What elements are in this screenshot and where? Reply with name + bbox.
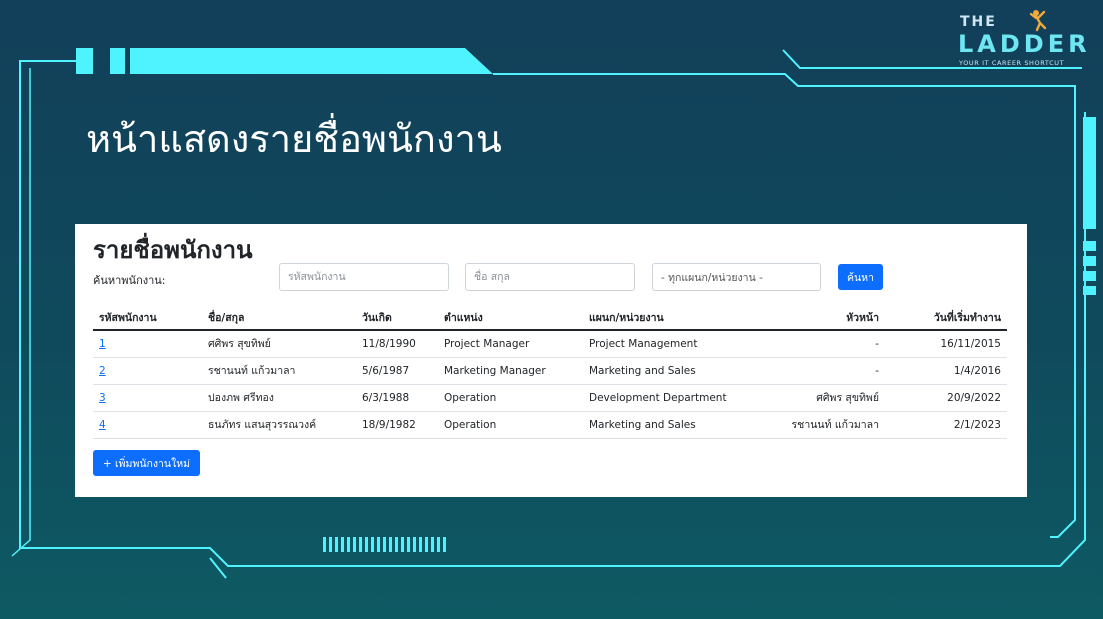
table-row: 1 ศศิพร สุขทิพย์ 11/8/1990 Project Manag…	[93, 330, 1007, 358]
cell-department: Marketing and Sales	[583, 357, 750, 385]
employee-id-link[interactable]: 1	[99, 338, 106, 350]
cell-name: ปองภพ ศรีทอง	[202, 384, 356, 412]
cell-start-date: 20/9/2022	[885, 384, 1007, 412]
employee-list-panel: รายชื่อพนักงาน ค้นหาพนักงาน: - ทุกแผนก/ห…	[75, 224, 1027, 497]
cell-name: ศศิพร สุขทิพย์	[202, 330, 356, 358]
logo-line-1: THE	[960, 14, 997, 30]
employee-table: รหัสพนักงาน ชื่อ/สกุล วันเกิด ตำแหน่ง แผ…	[93, 306, 1007, 439]
cell-birthdate: 5/6/1987	[356, 357, 438, 385]
cell-id: 1	[93, 330, 202, 358]
cell-name: รชานนท์ แก้วมาลา	[202, 357, 356, 385]
column-header-start-date: วันที่เริ่มทำงาน	[885, 306, 1007, 331]
table-header-row: รหัสพนักงาน ชื่อ/สกุล วันเกิด ตำแหน่ง แผ…	[93, 306, 1007, 331]
cell-birthdate: 18/9/1982	[356, 411, 438, 439]
cell-department: Project Management	[583, 330, 750, 358]
search-label: ค้นหาพนักงาน:	[93, 274, 166, 287]
add-employee-button[interactable]: + เพิ่มพนักงานใหม่	[93, 450, 200, 476]
cell-department: Marketing and Sales	[583, 411, 750, 439]
cell-position: Operation	[438, 384, 583, 412]
cell-position: Operation	[438, 411, 583, 439]
employee-id-link[interactable]: 4	[99, 419, 106, 431]
column-header-position: ตำแหน่ง	[438, 306, 583, 331]
cell-birthdate: 6/3/1988	[356, 384, 438, 412]
cell-name: ธนภัทร แสนสุวรรณวงค์	[202, 411, 356, 439]
cell-position: Marketing Manager	[438, 357, 583, 385]
page-title: รายชื่อพนักงาน	[93, 236, 253, 264]
department-select-value: - ทุกแผนก/หน่วยงาน -	[661, 271, 763, 284]
cell-manager: -	[750, 330, 885, 358]
logo-tagline: YOUR IT CAREER SHORTCUT	[959, 59, 1065, 67]
column-header-manager: หัวหน้า	[750, 306, 885, 331]
cell-position: Project Manager	[438, 330, 583, 358]
cell-department: Development Department	[583, 384, 750, 412]
cell-id: 4	[93, 411, 202, 439]
cell-id: 2	[93, 357, 202, 385]
slide-title: หน้าแสดงรายชื่อพนักงาน	[86, 117, 502, 161]
table-row: 3 ปองภพ ศรีทอง 6/3/1988 Operation Develo…	[93, 384, 1007, 412]
cell-manager: รชานนท์ แก้วมาลา	[750, 411, 885, 439]
search-button[interactable]: ค้นหา	[838, 264, 883, 290]
cell-manager: ศศิพร สุขทิพย์	[750, 384, 885, 412]
logo-line-2: LADDER	[958, 30, 1091, 58]
cell-start-date: 1/4/2016	[885, 357, 1007, 385]
employee-id-link[interactable]: 2	[99, 365, 106, 377]
the-ladder-logo: THE LADDER YOUR IT CAREER SHORTCUT	[958, 10, 1087, 70]
table-row: 4 ธนภัทร แสนสุวรรณวงค์ 18/9/1982 Operati…	[93, 411, 1007, 439]
column-header-name: ชื่อ/สกุล	[202, 306, 356, 331]
cell-start-date: 2/1/2023	[885, 411, 1007, 439]
cell-start-date: 16/11/2015	[885, 330, 1007, 358]
column-header-birthdate: วันเกิด	[356, 306, 438, 331]
table-row: 2 รชานนท์ แก้วมาลา 5/6/1987 Marketing Ma…	[93, 357, 1007, 385]
column-header-id: รหัสพนักงาน	[93, 306, 202, 331]
full-name-input[interactable]	[465, 263, 635, 291]
column-header-department: แผนก/หน่วยงาน	[583, 306, 750, 331]
cell-birthdate: 11/8/1990	[356, 330, 438, 358]
employee-id-link[interactable]: 3	[99, 392, 106, 404]
department-select[interactable]: - ทุกแผนก/หน่วยงาน -	[652, 263, 821, 291]
cell-id: 3	[93, 384, 202, 412]
employee-id-input[interactable]	[279, 263, 449, 291]
cell-manager: -	[750, 357, 885, 385]
